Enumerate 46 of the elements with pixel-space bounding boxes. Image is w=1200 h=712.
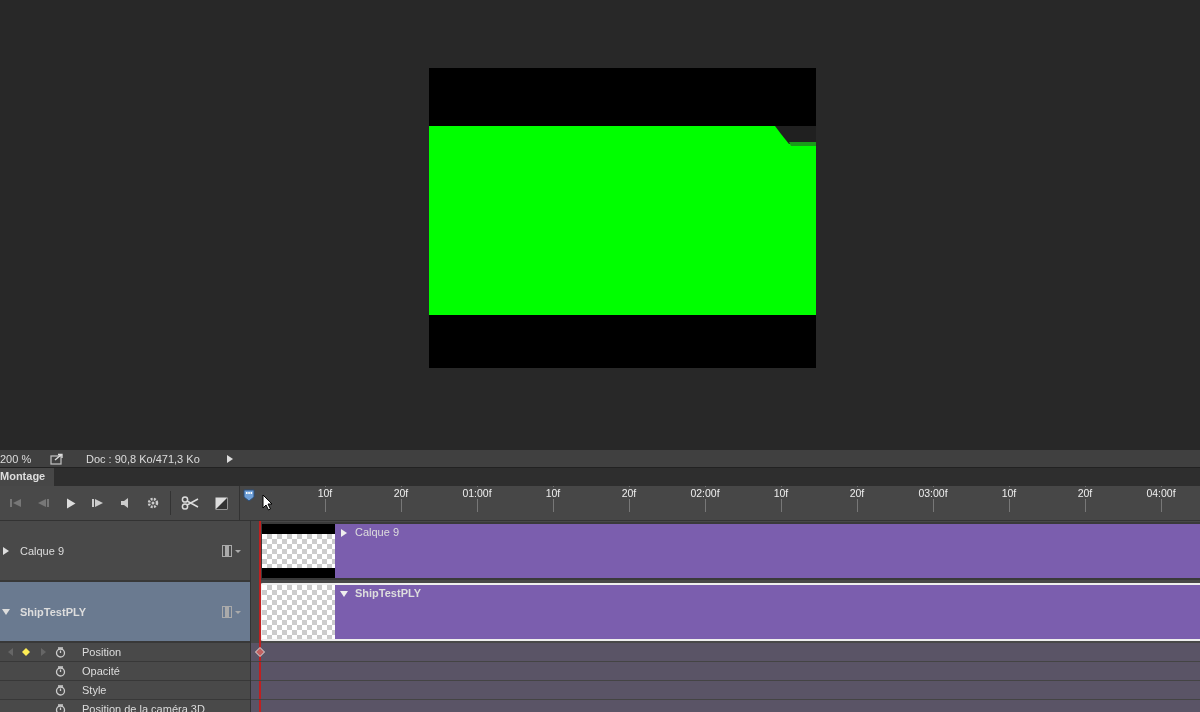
speaker-icon[interactable] [120, 497, 130, 509]
disclosure-triangle-icon[interactable] [2, 546, 10, 555]
time-label: 10f [773, 487, 789, 499]
disclosure-triangle-icon[interactable] [2, 607, 10, 616]
zoom-level: 200 % [0, 452, 33, 465]
playhead-handle[interactable] [243, 489, 255, 502]
time-label: 20f [393, 487, 409, 499]
time-label: 20f [621, 487, 637, 499]
play-icon[interactable] [66, 497, 76, 509]
time-label: 20f [849, 487, 865, 499]
property-name: Style [82, 684, 107, 696]
disclosure-triangle-icon[interactable] [340, 529, 348, 537]
transition-icon[interactable] [215, 496, 228, 510]
stopwatch-icon[interactable] [55, 703, 66, 712]
settings-icon[interactable] [146, 496, 160, 510]
film-menu-icon[interactable] [222, 544, 242, 557]
disclosure-triangle-icon[interactable] [340, 590, 348, 598]
time-label: 10f [1001, 487, 1017, 499]
mouse-pointer-icon [262, 494, 273, 511]
stopwatch-icon[interactable] [55, 646, 66, 658]
time-label: 04:00f [1146, 487, 1176, 499]
time-label: 20f [1077, 487, 1093, 499]
clip-name: ShipTestPLY [355, 587, 422, 599]
layer-name: Calque 9 [20, 544, 66, 557]
video-clip[interactable]: Calque 9 [260, 522, 1200, 580]
keyframe-icon[interactable] [255, 647, 265, 657]
next-frame-icon[interactable] [92, 498, 104, 508]
clip-name: Calque 9 [355, 526, 400, 538]
export-icon[interactable] [50, 452, 64, 465]
keyframe-navigator-icon[interactable] [7, 647, 47, 657]
time-label: 10f [545, 487, 561, 499]
stopwatch-icon[interactable] [55, 684, 66, 696]
layer-name: ShipTestPLY [20, 605, 88, 618]
time-label: 01:00f [462, 487, 492, 499]
time-label: 02:00f [690, 487, 720, 499]
property-name: Position [82, 646, 122, 658]
layer-row[interactable]: ShipTestPLY [0, 582, 250, 643]
time-label: 03:00f [918, 487, 948, 499]
stopwatch-icon[interactable] [55, 665, 66, 677]
document-info: Doc : 90,8 Ko/471,3 Ko [86, 452, 201, 465]
scissors-icon[interactable] [181, 496, 199, 510]
video-clip[interactable]: ShipTestPLY [260, 583, 1200, 641]
expand-arrow-icon[interactable] [226, 453, 234, 464]
time-label: 10f [317, 487, 333, 499]
property-name: Opacité [82, 665, 120, 677]
panel-tab[interactable]: Montage [0, 468, 54, 486]
